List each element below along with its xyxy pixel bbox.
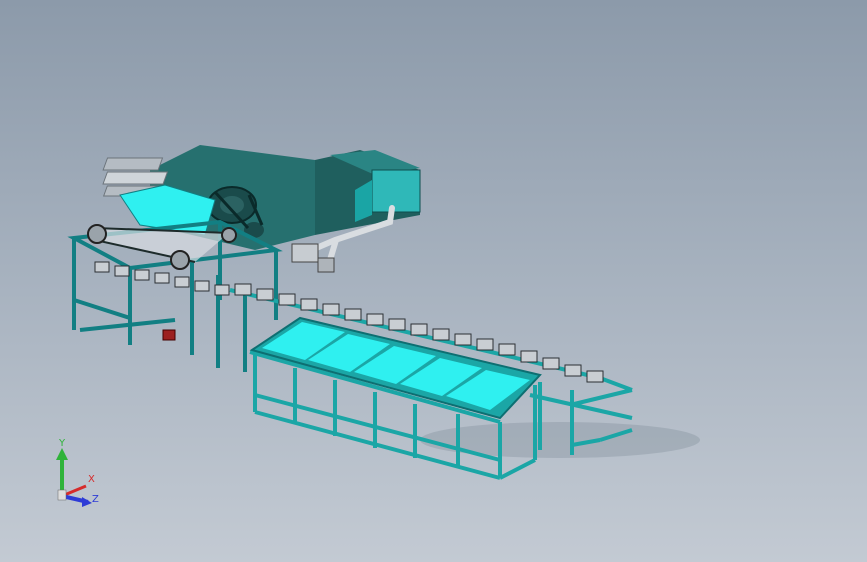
y-axis-arrowhead (56, 448, 68, 460)
control-box[interactable] (162, 329, 176, 341)
y-axis-label: Y (59, 438, 66, 449)
left-clamp-row (94, 261, 230, 296)
x-axis-label: X (88, 474, 95, 485)
motor-unit[interactable] (291, 243, 335, 273)
3d-viewport[interactable]: Y X Z (0, 0, 867, 562)
model-shadow (420, 422, 700, 458)
coordinate-triad: Y X Z (40, 438, 110, 518)
conveyor-assembly-model[interactable] (0, 0, 867, 562)
z-axis-label: Z (92, 494, 99, 505)
z-axis-arrowhead (82, 497, 92, 507)
triad-origin (57, 489, 67, 501)
